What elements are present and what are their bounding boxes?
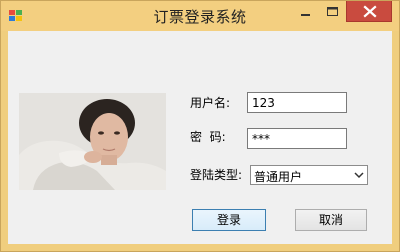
login-button[interactable]: 登录	[192, 209, 266, 231]
login-type-select[interactable]: 普通用户	[250, 165, 368, 185]
login-window: 订票登录系统 用户名: 123 密 码: *** 登陆类型: 普通用户 登录 取…	[0, 0, 400, 252]
username-input[interactable]	[247, 92, 347, 113]
client-area: 用户名: 密 码: 登陆类型: 普通用户 登录 取消	[8, 31, 392, 244]
password-label: 密 码:	[190, 130, 226, 144]
password-input[interactable]	[247, 128, 347, 149]
title-bar[interactable]: 订票登录系统	[1, 1, 399, 31]
chevron-down-icon[interactable]	[354, 172, 364, 179]
profile-photo	[19, 93, 166, 190]
close-button[interactable]	[346, 1, 392, 22]
maximize-icon	[327, 7, 338, 16]
minimize-button[interactable]	[292, 1, 319, 22]
minimize-icon	[301, 14, 310, 16]
login-type-selected: 普通用户	[254, 170, 303, 184]
username-label: 用户名:	[190, 96, 231, 110]
login-type-label: 登陆类型:	[190, 168, 243, 182]
maximize-button[interactable]	[319, 1, 346, 22]
cancel-button[interactable]: 取消	[295, 209, 367, 231]
portrait-image	[19, 93, 166, 190]
close-icon	[363, 5, 377, 18]
